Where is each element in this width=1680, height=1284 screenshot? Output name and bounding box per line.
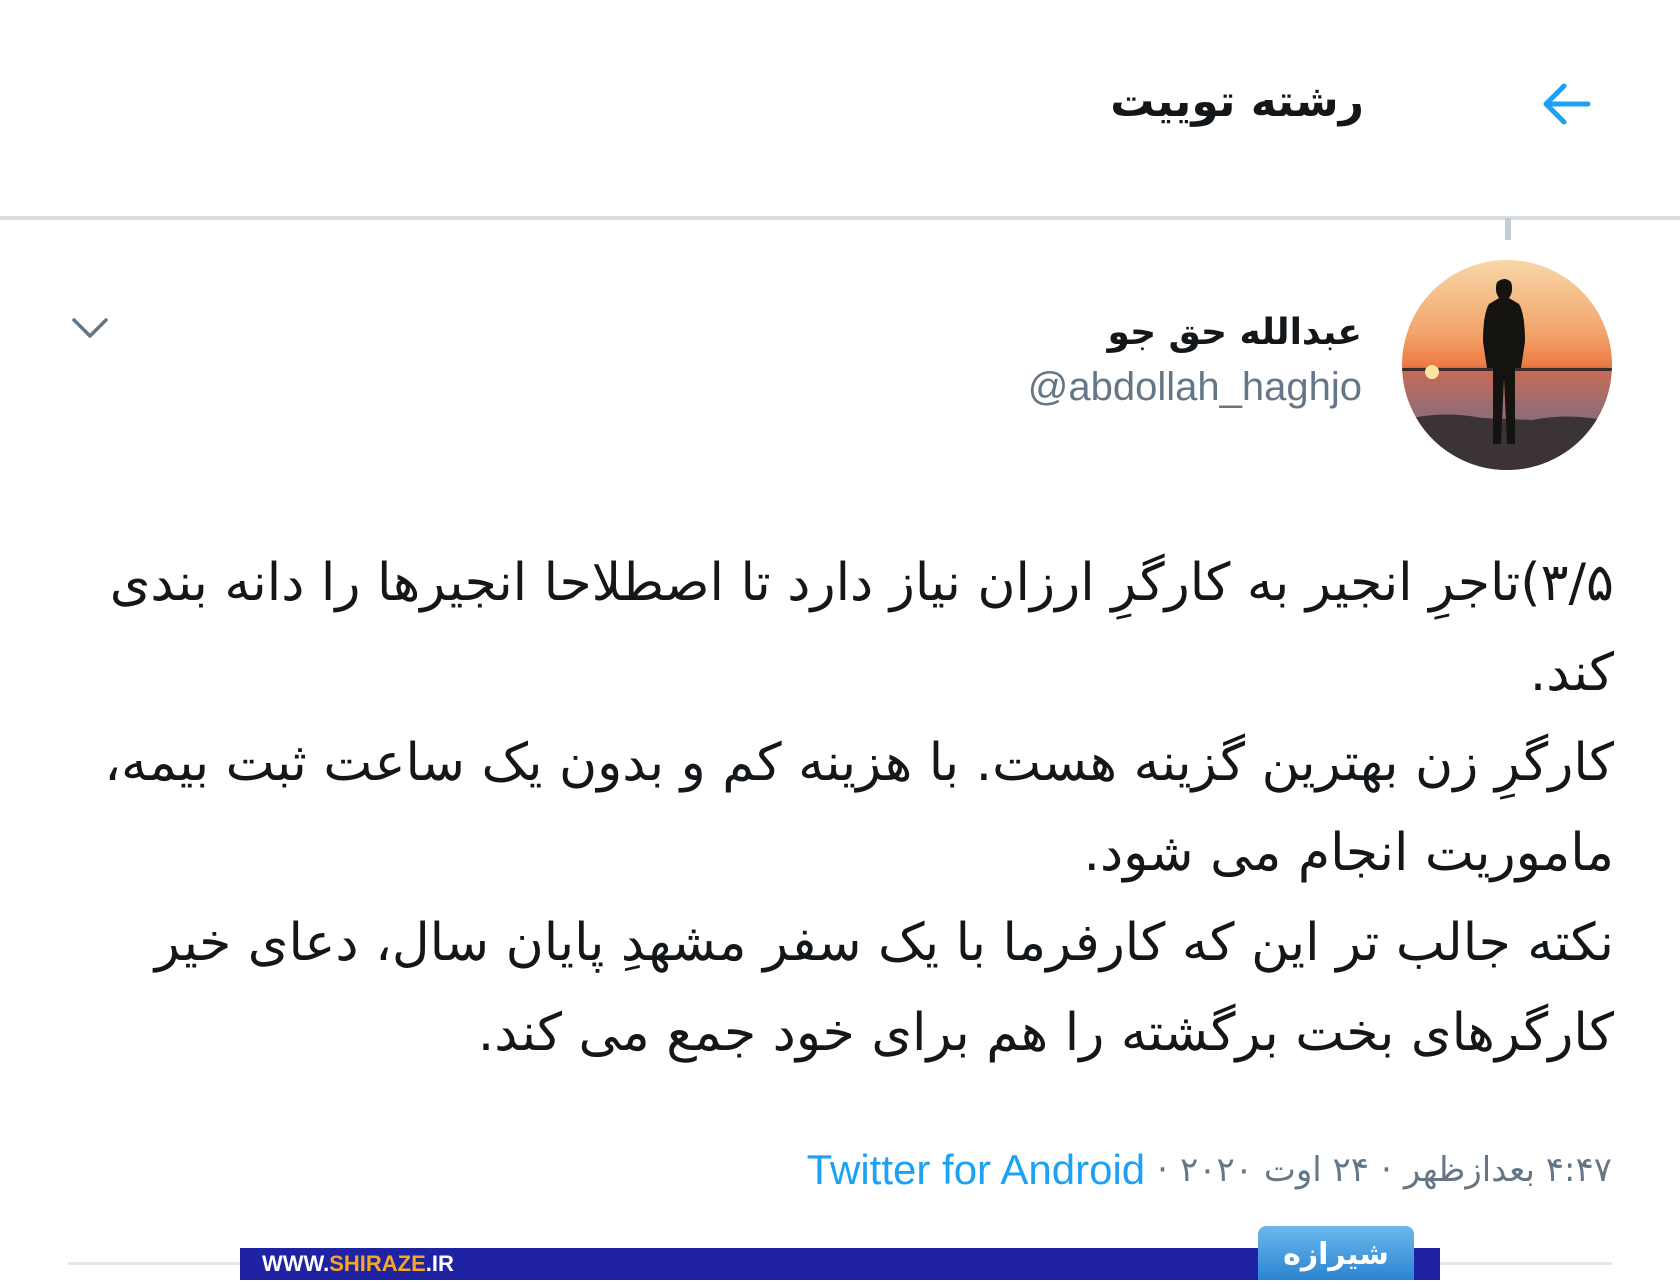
meta-separator: ·: [1381, 1150, 1392, 1190]
meta-separator: ·: [1157, 1150, 1168, 1190]
thread-connector-line: [1505, 218, 1511, 240]
tweet-paragraph: ۳/۵)تاجرِ انجیر به کارگرِ ارزان نیاز دار…: [109, 553, 1614, 703]
author-avatar[interactable]: [1402, 260, 1612, 470]
author-display-name[interactable]: عبدالله حق جو: [1028, 312, 1362, 353]
watermark-url: WWW.SHIRAZE.IR: [262, 1251, 454, 1276]
header-divider: [0, 216, 1680, 220]
tweet-source-link[interactable]: Twitter for Android: [807, 1146, 1145, 1194]
tweet-meta: ۴:۴۷ بعدازظهر · ۲۴ اوت ۲۰۲۰ · Twitter fo…: [807, 1140, 1612, 1200]
tweet-text: ۳/۵)تاجرِ انجیر به کارگرِ ارزان نیاز دار…: [80, 538, 1614, 1078]
top-bar: رشته توییت: [0, 0, 1680, 218]
author-handle[interactable]: @abdollah_haghjo: [1028, 365, 1362, 410]
arrow-left-icon[interactable]: [1538, 76, 1594, 132]
chevron-down-icon[interactable]: [68, 310, 112, 346]
watermark-logo: شیرازه: [1258, 1226, 1414, 1280]
tweet-paragraph: کارگرِ زن بهترین گزینه هست. با هزینه کم …: [104, 733, 1614, 883]
tweet-paragraph: نکته جالب تر این که کارفرما با یک سفر مش…: [154, 913, 1614, 1063]
tweet-date[interactable]: ۲۴ اوت ۲۰۲۰: [1180, 1150, 1369, 1190]
author-info[interactable]: عبدالله حق جو @abdollah_haghjo: [1028, 312, 1362, 410]
tweet-time[interactable]: ۴:۴۷ بعدازظهر: [1404, 1150, 1612, 1190]
page-title: رشته توییت: [1110, 76, 1364, 127]
